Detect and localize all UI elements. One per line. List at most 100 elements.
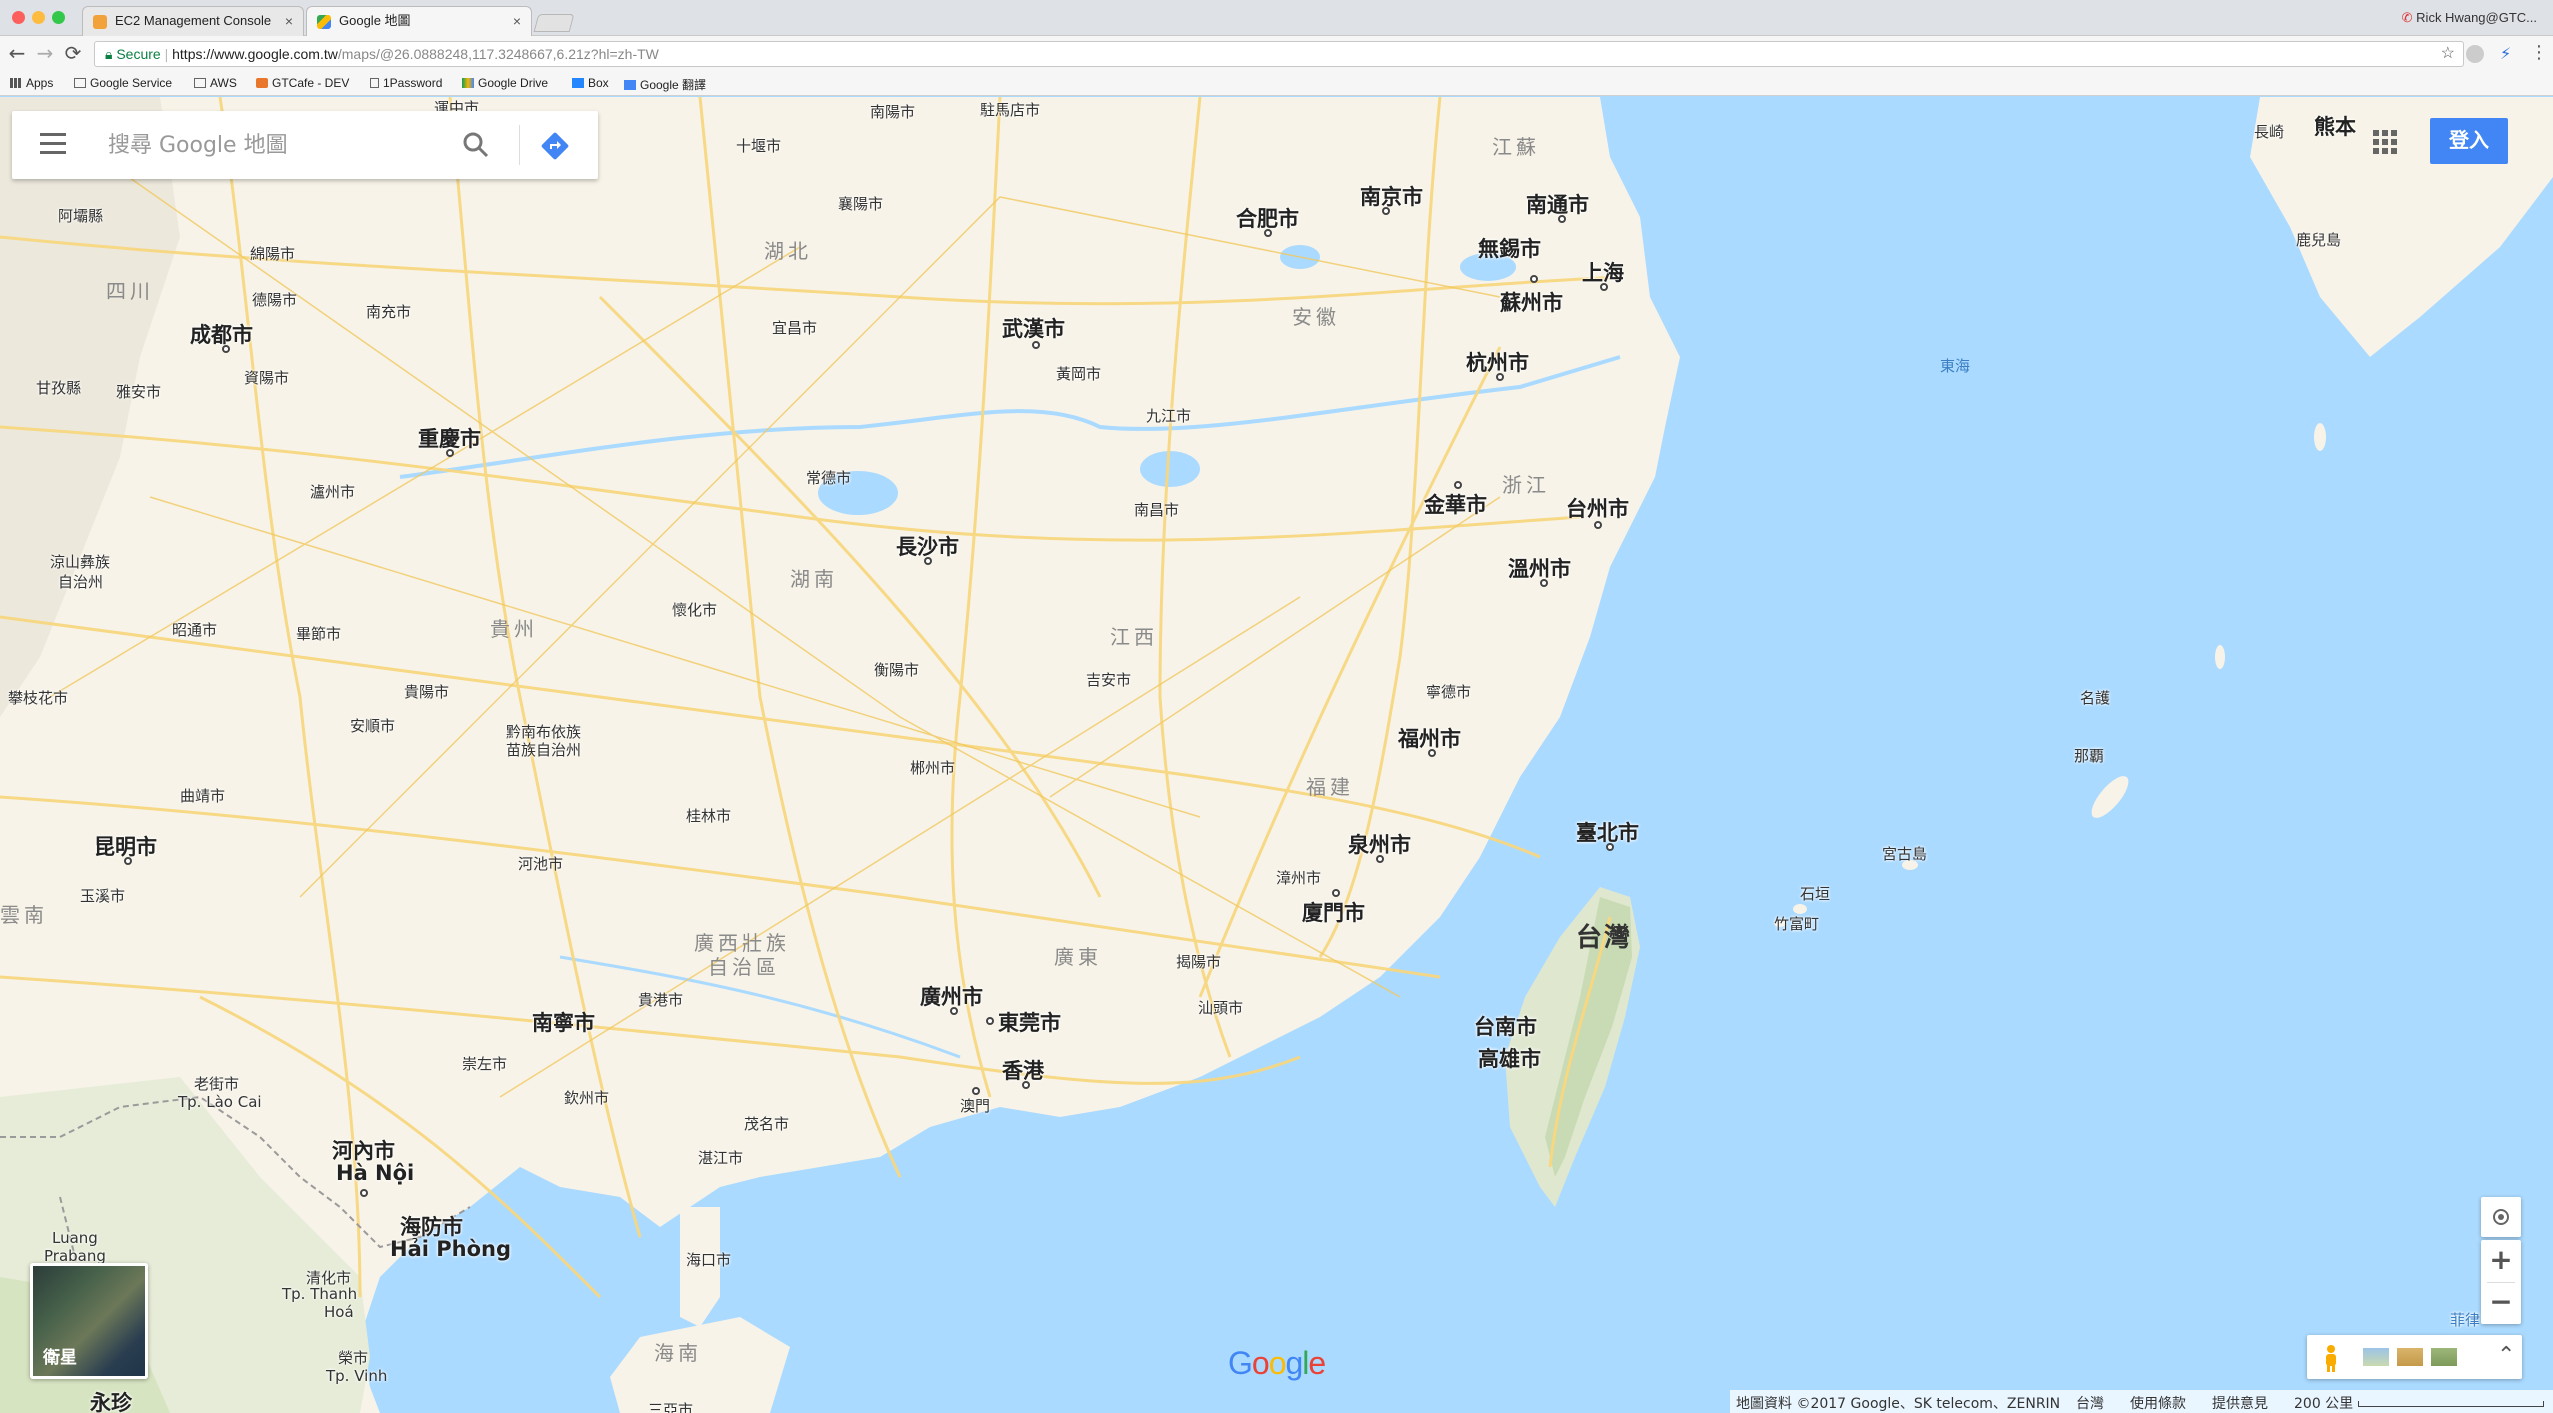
minimize-window-button[interactable] [32,11,45,24]
close-window-button[interactable] [12,11,25,24]
city-marker[interactable] [1496,373,1504,381]
sign-in-button[interactable]: 登入 [2430,118,2508,164]
city-marker[interactable] [446,449,454,457]
city-marker[interactable] [1428,749,1436,757]
city-label: 湛江市 [698,1149,744,1167]
bookmark-google-drive[interactable]: Google Drive [462,76,548,90]
city-label: 南京市 [1360,185,1423,209]
city-label: 九江市 [1146,407,1192,425]
city-label: 武漢市 [1002,317,1065,341]
search-input[interactable] [108,129,448,161]
city-marker[interactable] [1530,275,1538,283]
expand-up-icon[interactable]: ⌃ [2497,1343,2515,1368]
bookmark-apps[interactable]: Apps [10,76,53,90]
city-marker[interactable] [360,1189,368,1197]
traffic-layer-thumb[interactable] [2363,1348,2389,1366]
tab-google-maps[interactable]: Google 地圖 × [306,6,532,36]
close-tab-icon[interactable]: × [285,7,293,35]
bookmark-star-icon[interactable]: ☆ [2441,42,2455,66]
city-label: 瀘州市 [310,483,356,501]
feedback-link[interactable]: 提供意見 [2212,1393,2268,1413]
city-marker[interactable] [222,345,230,353]
browser-tab-strip: EC2 Management Console × Google 地圖 × ✆ R… [0,0,2553,36]
google-apps-icon[interactable] [2372,129,2398,155]
new-tab-button[interactable] [533,14,575,32]
forward-button[interactable]: → [34,42,56,64]
region-link[interactable]: 台灣 [2076,1393,2104,1413]
city-label: 常德市 [806,469,852,487]
city-label: 南充市 [366,303,412,321]
country-label: 菲律 [2450,1311,2481,1329]
address-bar[interactable]: 🔒︎ Secure | https://www.google.com.tw/ma… [94,41,2464,67]
terrain-layer-thumb[interactable] [2397,1348,2423,1366]
city-label: 成都市 [190,323,253,347]
city-marker[interactable] [924,557,932,565]
map-basemap [0,97,2553,1413]
url-path: /maps/@26.0888248,117.3248667,6.21z?hl=z… [337,46,659,62]
city-label: 榮市 [338,1349,369,1367]
region-label: 江蘇 [1492,135,1540,159]
city-label: 涼山彝族 [50,553,111,571]
city-marker[interactable] [1022,1081,1030,1089]
city-marker[interactable] [1558,215,1566,223]
city-label: 玉溪市 [80,887,126,905]
map-canvas[interactable]: 江蘇 湖北 四川 安徽 浙江 湖南 貴州 江西 福建 廣西壯族 自治區 廣東 雲… [0,97,2553,1413]
city-label: 香港 [1002,1059,1044,1083]
city-label: 南寧市 [532,1011,595,1035]
extension-cloud-icon[interactable] [2466,45,2484,63]
city-marker[interactable] [1332,889,1340,897]
search-icon[interactable] [460,129,492,161]
city-marker[interactable] [1606,843,1614,851]
directions-icon[interactable] [538,129,572,163]
my-location-button[interactable] [2481,1197,2521,1237]
city-marker[interactable] [972,1087,980,1095]
city-marker[interactable] [1264,229,1272,237]
bookmark-gtcafe-dev[interactable]: GTCafe - DEV [256,76,349,90]
menu-icon[interactable] [40,133,66,155]
city-label: 三亞市 [648,1401,694,1413]
bookmark-aws[interactable]: AWS [194,76,237,90]
city-marker[interactable] [1594,521,1602,529]
zoom-in-button[interactable]: + [2481,1240,2521,1282]
city-marker[interactable] [986,1017,994,1025]
scale-label[interactable]: 200 公里 [2294,1393,2353,1413]
bookmark-label: GTCafe - DEV [272,76,350,90]
city-marker[interactable] [1600,283,1608,291]
zoom-out-button[interactable]: − [2481,1282,2521,1324]
city-label: 那覇 [2074,747,2105,765]
url-host: https://www.google.com.tw [172,46,338,62]
city-label: 駐馬店市 [980,101,1041,119]
city-label: 東莞市 [998,1011,1061,1035]
pegman-icon[interactable] [2323,1344,2339,1372]
city-marker[interactable] [1376,855,1384,863]
city-marker[interactable] [1540,579,1548,587]
tab-ec2-console[interactable]: EC2 Management Console × [82,6,304,36]
city-label: 郴州市 [910,759,956,777]
city-marker[interactable] [1382,207,1390,215]
bookmark-1password[interactable]: 1Password [370,76,442,90]
region-label: 自治區 [708,955,780,979]
city-label: 老街市 [194,1075,240,1093]
bookmark-google-service[interactable]: Google Service [74,76,172,90]
close-tab-icon[interactable]: × [513,7,521,35]
bookmark-box[interactable]: Box [572,76,609,90]
back-button[interactable]: ← [6,42,28,64]
city-marker[interactable] [950,1007,958,1015]
city-label: 甘孜縣 [36,379,82,397]
satellite-toggle[interactable]: 衛星 [30,1263,148,1379]
city-marker[interactable] [1032,341,1040,349]
city-label: 苗族自治州 [506,741,582,759]
chrome-menu-icon[interactable]: ⋮ [2530,42,2548,63]
city-marker[interactable] [1454,481,1462,489]
bicycle-layer-thumb[interactable] [2431,1348,2457,1366]
bookmark-google-translate[interactable]: Google 翻譯 [624,76,706,93]
city-label: 無錫市 [1478,237,1541,261]
terms-link[interactable]: 使用條款 [2130,1393,2186,1413]
city-label: 熊本 [2314,115,2356,139]
reload-button[interactable]: ⟳ [62,42,84,64]
country-label: 台灣 [1576,923,1633,953]
extension-bolt-icon[interactable]: ⚡ [2500,44,2511,63]
city-marker[interactable] [124,857,132,865]
profile-chip[interactable]: ✆ Rick Hwang@GTC... [2402,10,2537,26]
maximize-window-button[interactable] [52,11,65,24]
